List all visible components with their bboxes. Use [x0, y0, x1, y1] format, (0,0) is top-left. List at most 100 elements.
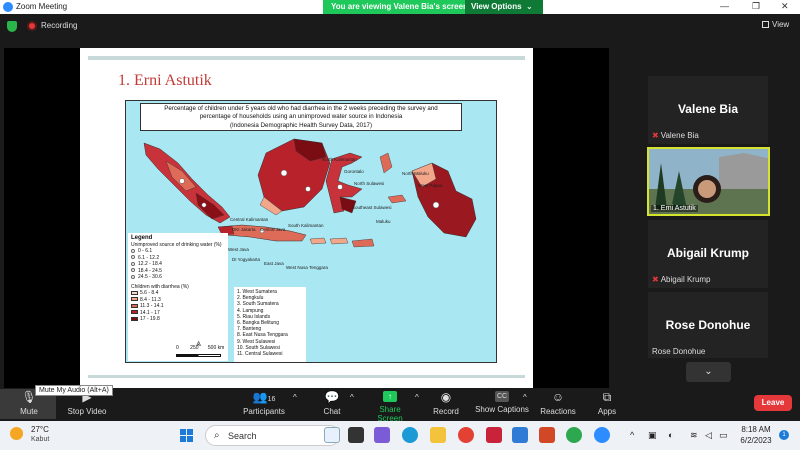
map-label: Maluku — [376, 219, 391, 224]
show-captions-label: Show Captions — [475, 405, 529, 414]
taskbar-clock[interactable]: 8:18 AM 6/2/2023 — [735, 424, 777, 446]
tray-overflow-icon[interactable]: ^ — [630, 430, 634, 440]
clock-date: 6/2/2023 — [740, 436, 772, 445]
map-label: West Papua — [418, 183, 443, 188]
presentation-slide: 1. Erni Astutik Percentage of children u… — [80, 48, 533, 388]
notification-badge[interactable]: 1 — [779, 430, 789, 440]
window-title: Zoom Meeting — [16, 2, 68, 11]
recording-label: Recording — [41, 21, 78, 30]
participants-label: Participants — [243, 407, 285, 416]
screen-share-banner-text: You are viewing Valene Bia's screen — [331, 2, 468, 11]
zoom-logo-icon — [3, 2, 13, 12]
photo-app-icon[interactable] — [512, 427, 528, 443]
battery-icon[interactable]: ▭ — [719, 430, 728, 441]
leave-button[interactable]: Leave — [754, 395, 792, 411]
volume-icon[interactable]: ◁ — [705, 430, 712, 441]
map-label: DKI Jakarta — [232, 227, 256, 232]
swatch — [131, 310, 138, 315]
powerpoint-icon[interactable] — [539, 427, 555, 443]
participant-video-erni[interactable]: 1. Erni Astutik — [647, 147, 770, 216]
swatch — [131, 290, 138, 295]
map-label: North Kalimantan — [322, 157, 357, 162]
muted-mic-icon: ✖ — [652, 275, 659, 284]
weather-description: Kabut — [31, 436, 50, 443]
participants-button[interactable]: 👥16 Participants — [238, 389, 290, 417]
windows-start-icon[interactable] — [180, 429, 193, 442]
apps-button[interactable]: ⧉ Apps — [594, 389, 620, 417]
recording-icon[interactable] — [27, 21, 37, 31]
participant-tile-valene[interactable]: Valene Bia ✖ Valene Bia — [648, 76, 768, 144]
tray-app-icon[interactable]: ▣ — [648, 430, 657, 441]
map-label: North Maluku — [402, 171, 429, 176]
record-icon: ◉ — [440, 390, 452, 404]
record-button[interactable]: ◉ Record — [430, 389, 462, 417]
file-explorer-icon[interactable] — [430, 427, 446, 443]
gallery-next-button[interactable]: ⌄ — [686, 362, 731, 382]
copilot-icon[interactable] — [324, 427, 340, 443]
maximize-icon[interactable]: ❐ — [752, 1, 760, 12]
map-label: Gorontalo — [344, 169, 364, 174]
participant-count: 16 — [267, 396, 276, 403]
task-view-icon[interactable] — [348, 427, 364, 443]
wifi-icon[interactable]: ≋ — [690, 430, 698, 441]
map-title-line: percentage of households using an unimpr… — [199, 113, 403, 121]
mute-label: Mute — [20, 407, 38, 416]
share-options-caret[interactable]: ^ — [415, 393, 419, 402]
q-app-icon[interactable] — [566, 427, 582, 443]
view-button[interactable]: View — [762, 20, 789, 29]
map-label: East Java — [264, 261, 284, 266]
map-title-line: (Indonesia Demographic Health Survey Dat… — [229, 121, 373, 129]
taskbar-search-box[interactable]: ⌕ Search — [205, 425, 340, 446]
map-label: DI Yogyakarta — [232, 257, 261, 262]
minimize-icon[interactable]: — — [720, 1, 729, 11]
chevron-down-icon: ⌄ — [704, 366, 713, 377]
show-captions-button[interactable]: CC Show Captions — [474, 389, 530, 414]
participant-name: Valene Bia — [677, 102, 739, 116]
dots-app-icon[interactable] — [486, 427, 502, 443]
participant-name: Abigail Krump — [666, 246, 749, 260]
map-title: Percentage of children under 5 years old… — [140, 103, 462, 131]
reactions-icon: ☺ — [551, 390, 565, 404]
participant-label: ✖ Abigail Krump — [652, 275, 711, 284]
map-label: Central Java — [260, 227, 286, 232]
chat-label: Chat — [323, 407, 341, 416]
scale-zero: 0 — [176, 345, 179, 351]
zoom-taskbar-icon[interactable] — [594, 427, 610, 443]
participant-label: ✖ Valene Bia — [652, 131, 699, 140]
legend-water-item: 24.5 - 30.6 — [131, 274, 225, 281]
edge-browser-icon[interactable] — [402, 427, 418, 443]
shield-icon[interactable] — [7, 21, 17, 32]
indonesia-map: Percentage of children under 5 years old… — [125, 100, 497, 363]
closed-captions-icon: CC — [495, 391, 509, 402]
captions-options-caret[interactable]: ^ — [523, 393, 527, 402]
view-options-button[interactable]: View Options ⌄ — [465, 0, 543, 14]
scale-bar — [176, 354, 221, 357]
search-icon: ⌕ — [214, 430, 220, 441]
list-item: 11. Central Sulawesi — [237, 351, 283, 358]
weather-temperature: 27°C — [31, 425, 49, 434]
participants-options-caret[interactable]: ^ — [293, 393, 297, 402]
dot-icon — [131, 274, 135, 279]
tray-app-icon[interactable]: ◐ — [668, 430, 673, 440]
chat-icon: 💬 — [324, 390, 340, 404]
windows-taskbar: 27°C Kabut ⌕ Search ^ ▣ ◐ ≋ ◁ ▭ 8:18 AM … — [0, 421, 800, 450]
reactions-label: Reactions — [540, 407, 576, 416]
reactions-button[interactable]: ☺ Reactions — [538, 389, 578, 417]
weather-icon[interactable] — [10, 427, 23, 440]
teams-chat-icon[interactable] — [374, 427, 390, 443]
scale-end: 500 km — [207, 345, 225, 351]
chat-button[interactable]: 💬 Chat — [318, 389, 346, 417]
share-screen-button[interactable]: ↑ Share Screen — [366, 389, 414, 423]
participant-tile-rose[interactable]: Rose Donohue Rose Donohue — [648, 292, 768, 358]
meeting-top-strip: Recording View — [0, 14, 800, 40]
participant-tile-abigail[interactable]: Abigail Krump ✖ Abigail Krump — [648, 220, 768, 288]
map-label: North Sulawesi — [354, 181, 385, 186]
chrome-browser-icon[interactable] — [458, 427, 474, 443]
view-options-label: View Options — [471, 2, 522, 11]
mute-tooltip: Mute My Audio (Alt+A) — [35, 385, 113, 396]
close-icon[interactable]: ✕ — [781, 1, 789, 12]
map-label: South Kalimantan — [288, 223, 324, 228]
participant-label: Rose Donohue — [652, 347, 706, 356]
chat-options-caret[interactable]: ^ — [350, 393, 354, 402]
participant-name: 1. Erni Astutik — [651, 205, 698, 212]
